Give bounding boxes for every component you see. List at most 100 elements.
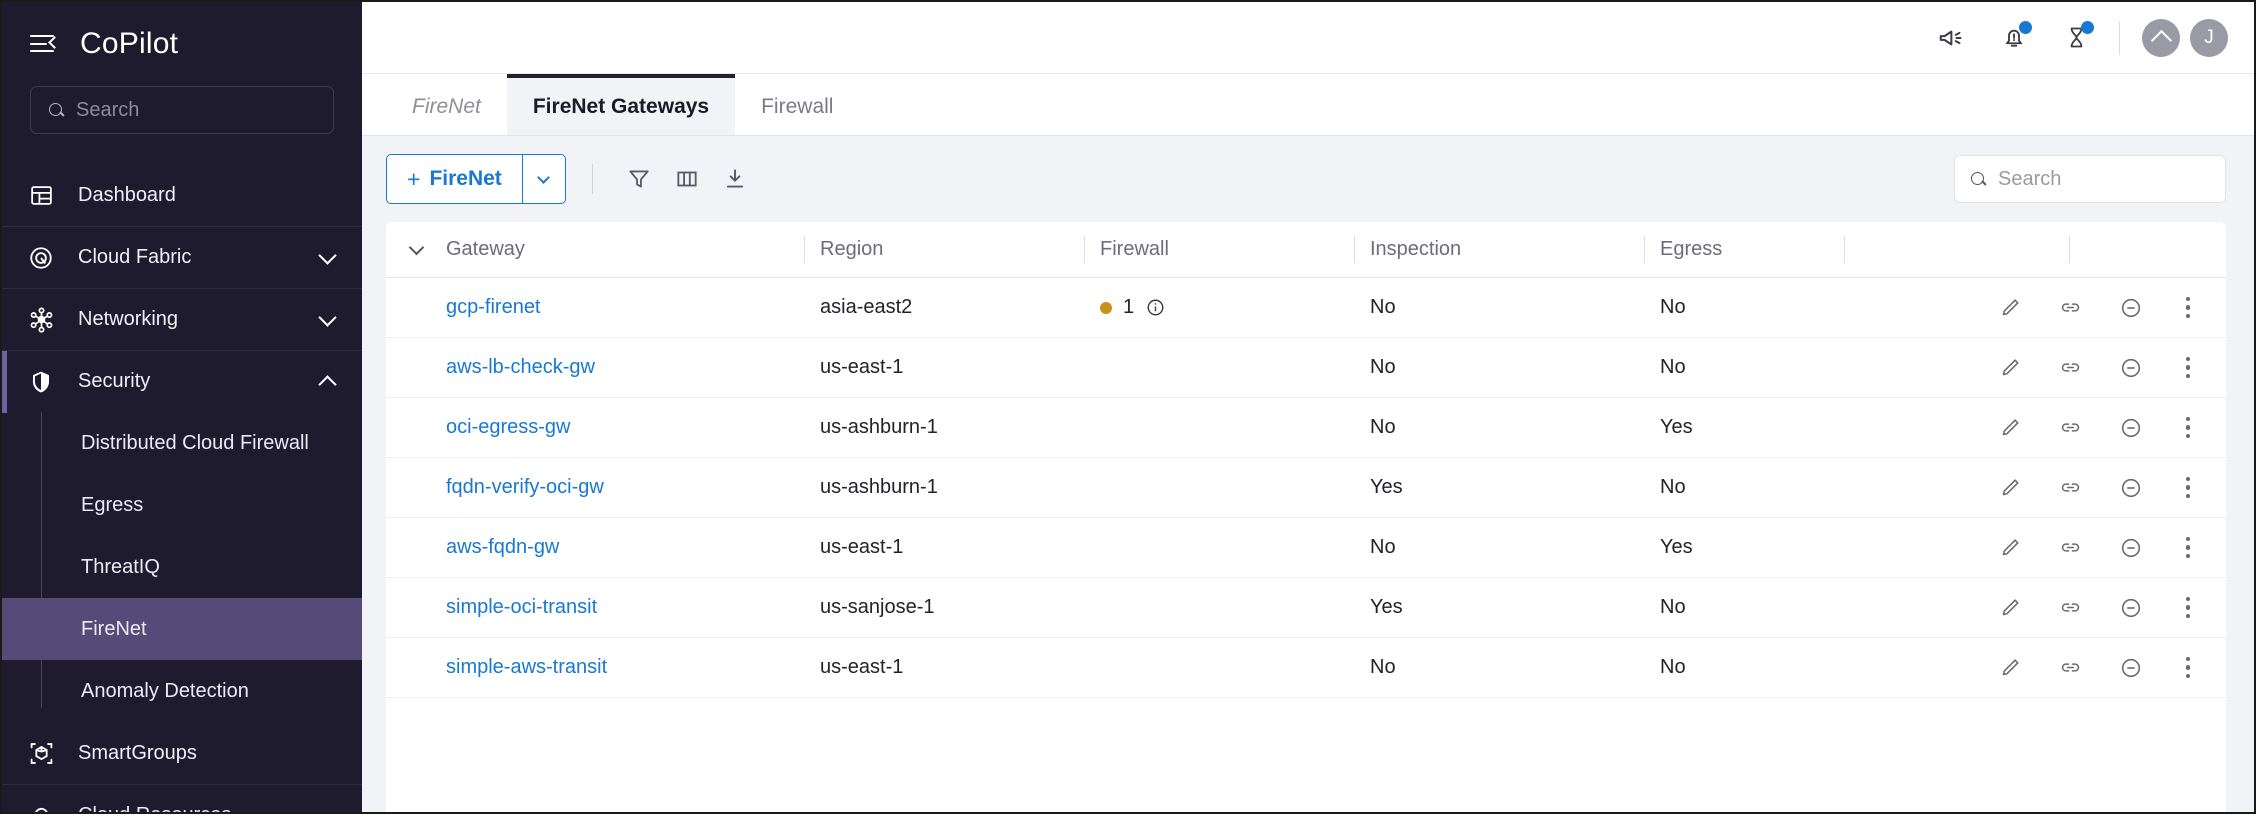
gateway-link[interactable]: aws-lb-check-gw	[446, 356, 595, 379]
cell-region: us-ashburn-1	[804, 458, 1084, 517]
more-kebab-icon[interactable]	[2178, 413, 2199, 443]
table-row[interactable]: gcp-firenet asia-east2 1 No No	[386, 278, 2226, 338]
search-icon	[49, 102, 64, 118]
sidebar-search-input[interactable]: Search	[30, 86, 334, 134]
more-kebab-icon[interactable]	[2178, 353, 2199, 383]
megaphone-icon[interactable]	[1921, 7, 1983, 69]
columns-icon[interactable]	[663, 155, 711, 203]
edit-pencil-icon[interactable]	[1998, 475, 2024, 501]
info-circle-icon[interactable]	[1145, 297, 1166, 318]
cell-actions	[1844, 338, 2226, 397]
cell-actions	[1844, 518, 2226, 577]
edit-pencil-icon[interactable]	[1998, 415, 2024, 441]
column-header-gateway[interactable]: Gateway	[404, 222, 804, 277]
avatar[interactable]: J	[2190, 18, 2228, 57]
more-kebab-icon[interactable]	[2178, 653, 2199, 683]
edit-pencil-icon[interactable]	[1998, 295, 2024, 321]
column-header-egress[interactable]: Egress	[1644, 222, 1844, 277]
link-icon[interactable]	[2058, 295, 2084, 321]
gateway-link[interactable]: aws-fqdn-gw	[446, 536, 559, 559]
link-icon[interactable]	[2058, 415, 2084, 441]
gateway-link[interactable]: simple-aws-transit	[446, 656, 607, 679]
column-header-region[interactable]: Region	[804, 222, 1084, 277]
disable-minus-circle-icon[interactable]	[2118, 595, 2144, 621]
table-row[interactable]: aws-lb-check-gw us-east-1 No No	[386, 338, 2226, 398]
sidebar-item-networking[interactable]: Networking	[2, 288, 362, 350]
cell-firewall	[1084, 518, 1354, 577]
table-row[interactable]: simple-oci-transit us-sanjose-1 Yes No	[386, 578, 2226, 638]
more-kebab-icon[interactable]	[2178, 473, 2199, 503]
alert-bell-icon[interactable]	[1983, 7, 2045, 69]
table-row[interactable]: oci-egress-gw us-ashburn-1 No Yes	[386, 398, 2226, 458]
gateway-link[interactable]: fqdn-verify-oci-gw	[446, 476, 604, 499]
sidebar-item-firenet[interactable]: FireNet	[2, 598, 362, 660]
disable-minus-circle-icon[interactable]	[2118, 475, 2144, 501]
download-icon[interactable]	[711, 155, 759, 203]
firewall-badge[interactable]: 1	[1100, 296, 1166, 319]
firewall-count: 1	[1123, 296, 1135, 318]
disable-minus-circle-icon[interactable]	[2118, 355, 2144, 381]
table-search-input[interactable]: Search	[1954, 155, 2226, 203]
disable-minus-circle-icon[interactable]	[2118, 535, 2144, 561]
sidebar-item-anomaly-detection[interactable]: Anomaly Detection	[2, 660, 362, 722]
hamburger-collapse-icon[interactable]	[30, 33, 61, 55]
chevron-down-icon[interactable]	[318, 307, 337, 327]
cell-gateway: fqdn-verify-oci-gw	[404, 458, 804, 517]
inspection-value: No	[1370, 356, 1396, 378]
sidebar-item-egress[interactable]: Egress	[2, 474, 362, 536]
chevron-down-icon[interactable]	[404, 239, 428, 257]
column-header-inspection[interactable]: Inspection	[1354, 222, 1644, 277]
hourglass-icon[interactable]	[2045, 7, 2107, 69]
disable-minus-circle-icon[interactable]	[2118, 655, 2144, 681]
add-firenet-button[interactable]: + FireNet	[386, 154, 522, 204]
sidebar-search-placeholder: Search	[76, 98, 140, 121]
egress-value: No	[1660, 596, 1686, 618]
gateway-link[interactable]: oci-egress-gw	[446, 416, 570, 439]
chevron-up-icon[interactable]	[318, 374, 337, 394]
table-row[interactable]: simple-aws-transit us-east-1 No No	[386, 638, 2226, 698]
tab-firewall[interactable]: Firewall	[735, 74, 859, 135]
table-row[interactable]: fqdn-verify-oci-gw us-ashburn-1 Yes No	[386, 458, 2226, 518]
cell-inspection: No	[1354, 398, 1644, 457]
chevron-up-avatar[interactable]	[2142, 18, 2180, 57]
table-row[interactable]: aws-fqdn-gw us-east-1 No Yes	[386, 518, 2226, 578]
sidebar-item-security[interactable]: Security	[2, 350, 362, 413]
link-icon[interactable]	[2058, 595, 2084, 621]
edit-pencil-icon[interactable]	[1998, 655, 2024, 681]
column-header-firewall[interactable]: Firewall	[1084, 222, 1354, 277]
sidebar-item-cloud-fabric[interactable]: Cloud Fabric	[2, 226, 362, 288]
more-kebab-icon[interactable]	[2178, 533, 2199, 563]
more-kebab-icon[interactable]	[2178, 293, 2199, 323]
tab-firenet-gateways[interactable]: FireNet Gateways	[506, 74, 736, 135]
disable-minus-circle-icon[interactable]	[2118, 415, 2144, 441]
link-icon[interactable]	[2058, 535, 2084, 561]
disable-minus-circle-icon[interactable]	[2118, 295, 2144, 321]
sidebar-item-threatiq[interactable]: ThreatIQ	[2, 536, 362, 598]
column-header-label: Egress	[1660, 238, 1723, 260]
inspection-value: No	[1370, 296, 1396, 318]
link-icon[interactable]	[2058, 475, 2084, 501]
gateway-link[interactable]: gcp-firenet	[446, 296, 541, 319]
chevron-down-icon[interactable]	[318, 245, 337, 265]
cell-gateway: aws-fqdn-gw	[404, 518, 804, 577]
cell-firewall	[1084, 638, 1354, 697]
edit-pencil-icon[interactable]	[1998, 595, 2024, 621]
tab-firenet[interactable]: FireNet	[386, 74, 507, 135]
cell-region: us-ashburn-1	[804, 398, 1084, 457]
sidebar-item-distributed-cloud-firewall[interactable]: Distributed Cloud Firewall	[2, 412, 362, 474]
edit-pencil-icon[interactable]	[1998, 535, 2024, 561]
link-icon[interactable]	[2058, 355, 2084, 381]
filter-icon[interactable]	[615, 155, 663, 203]
cell-firewall	[1084, 338, 1354, 397]
gateway-link[interactable]: simple-oci-transit	[446, 596, 597, 619]
sidebar-item-smartgroups[interactable]: SmartGroups	[2, 722, 362, 784]
cell-egress: Yes	[1644, 398, 1844, 457]
link-icon[interactable]	[2058, 655, 2084, 681]
add-firenet-dropdown-button[interactable]	[521, 154, 566, 204]
edit-pencil-icon[interactable]	[1998, 355, 2024, 381]
sidebar-item-cloud-resources[interactable]: Cloud Resources	[2, 784, 362, 812]
sidebar-item-dashboard[interactable]: Dashboard	[2, 164, 362, 226]
cell-region: asia-east2	[804, 278, 1084, 337]
chevron-down-icon[interactable]	[318, 803, 337, 812]
more-kebab-icon[interactable]	[2178, 593, 2199, 623]
